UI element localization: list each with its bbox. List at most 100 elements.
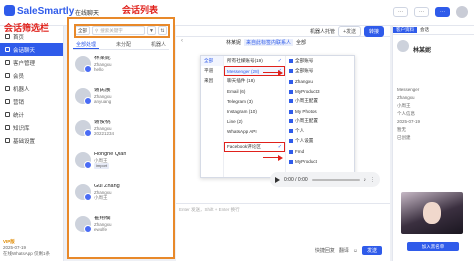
send-button[interactable]: 发送: [361, 246, 382, 255]
account-option[interactable]: MyProduct: [286, 156, 355, 166]
audio-progress-bar[interactable]: [311, 178, 360, 181]
marketing-icon: [5, 99, 10, 104]
emoji-icon[interactable]: ☺: [353, 248, 358, 254]
option-label: Messenger (28): [227, 68, 260, 74]
checkbox-icon: [289, 129, 293, 133]
checkbox-icon: [289, 79, 293, 84]
account-option[interactable]: My Photos: [286, 106, 355, 116]
top-pill-3[interactable]: ···: [435, 7, 450, 17]
list-annotation-label: 会话列表: [122, 5, 159, 15]
channel-filter-dropdown: 全部 平道 来因 所有社媒账号(19) ✓ Messenger (28) ✓ 聊天插…: [200, 55, 355, 178]
sidebar-item-label: 机器人: [13, 86, 30, 93]
tab-session[interactable]: 会话: [417, 27, 432, 33]
tab-customer-info[interactable]: 客户资料: [393, 27, 417, 33]
robot-hosting-toggle[interactable]: 机器人托管: [310, 28, 335, 35]
translate-button[interactable]: 翻译: [339, 247, 349, 254]
account-option[interactable]: Fmd: [286, 146, 355, 156]
chat-source-tag: 来自此标签内联系人: [244, 39, 294, 46]
account-option[interactable]: 个人: [286, 126, 355, 136]
checkbox-icon: [289, 139, 293, 143]
chat-icon: [5, 47, 10, 52]
checkbox-icon: [289, 59, 293, 63]
composer-placeholder: Enter 发送，Shift + Enter 换行: [179, 207, 240, 212]
online-chat-tab[interactable]: 在线聊天: [75, 8, 99, 17]
sidebar-item-stats[interactable]: 统计: [0, 108, 63, 121]
customer-photo: [401, 192, 463, 234]
dropdown-option[interactable]: Line (2): [224, 116, 285, 126]
annotation-arrowhead: [278, 70, 283, 76]
top-pill-1[interactable]: ···: [393, 7, 408, 17]
dropdown-option[interactable]: 聊天插件 (18): [224, 76, 285, 86]
dropdown-option[interactable]: Telegram (3): [224, 96, 285, 106]
dropdown-option-facebook-comments[interactable]: Facebook评论区 ✓: [224, 142, 285, 152]
dropdown-col-accounts: 全部账号 全部账号 Zhangxu MyProduct3 小周王配置 My Ph…: [286, 56, 355, 177]
sidebar-item-members[interactable]: 会员: [0, 69, 63, 82]
option-label: Zhangxu: [295, 78, 313, 84]
blacklist-button[interactable]: 加入黑名单: [407, 242, 459, 251]
user-avatar[interactable]: [456, 6, 468, 18]
customer-name: 林某妮: [413, 48, 432, 54]
account-option[interactable]: MyProduct3: [286, 86, 355, 96]
filter-annotation-label: 会话筛选栏: [4, 23, 50, 33]
account-option[interactable]: 全部账号: [286, 56, 355, 66]
message-composer[interactable]: Enter 发送，Shift + Enter 换行 快捷回复 翻译 ☺ 发送: [176, 203, 390, 261]
detail-date: 2025-07-19: [397, 119, 421, 124]
detail-agent: 小周王: [397, 103, 411, 108]
detail-channel: Messenger: [397, 87, 420, 92]
transfer-button[interactable]: 转接: [363, 25, 384, 37]
option-label: MyProduct: [295, 158, 317, 164]
avatar: [397, 40, 409, 52]
members-icon: [5, 73, 10, 78]
option-label: Instagram (10): [227, 108, 257, 114]
dropdown-option[interactable]: Instagram (10): [224, 106, 285, 116]
customer-info-panel: 客户资料 会话 林某妮 Messenger Zhangxu 小周王 个人信息 2…: [392, 26, 474, 261]
dropdown-option[interactable]: 来因: [201, 76, 223, 86]
check-icon: ✓: [277, 58, 282, 64]
sidebar-item-label: 客户管理: [13, 60, 36, 67]
option-label: Facebook评论区: [227, 144, 261, 149]
chat-title: 林某妮 来自此标签内联系人 全部: [226, 39, 306, 46]
account-option[interactable]: 小周王配置: [286, 96, 355, 106]
more-icon[interactable]: ⋮: [370, 177, 375, 183]
account-option[interactable]: 个人设置: [286, 136, 355, 146]
account-option[interactable]: 小周王配置: [286, 116, 355, 126]
audio-time: 0:00 / 0:00: [284, 176, 308, 183]
dropdown-option-messenger[interactable]: Messenger (28) ✓: [224, 66, 285, 76]
volume-icon[interactable]: ♪: [364, 177, 367, 183]
account-option[interactable]: 全部账号: [286, 66, 355, 76]
check-icon: ✓: [277, 144, 282, 150]
sidebar-item-customers[interactable]: 客户管理: [0, 56, 63, 69]
sidebar-item-marketing[interactable]: 营销: [0, 95, 63, 108]
option-label: WhatsApp API: [227, 128, 257, 134]
robot-icon: [5, 86, 10, 91]
dropdown-option[interactable]: 所有社媒账号(19) ✓: [224, 56, 285, 66]
dropdown-option[interactable]: 全部: [201, 56, 223, 66]
option-label: 所有社媒账号(19): [227, 58, 263, 63]
chat-scope: 全部: [296, 40, 307, 46]
sidebar-item-robot[interactable]: 机器人: [0, 82, 63, 95]
logo-text: SaleSmartly: [17, 6, 75, 17]
detail-section: 个人信息: [397, 111, 415, 116]
dropdown-option[interactable]: Email (6): [224, 86, 285, 96]
play-icon[interactable]: [275, 176, 280, 183]
quick-reply-button[interactable]: 快捷回复: [315, 247, 335, 254]
option-label: 个人设置: [295, 138, 314, 143]
chat-header: 机器人托管 +发送 转接: [176, 25, 390, 37]
dropdown-option[interactable]: 平道: [201, 66, 223, 76]
sidebar-item-knowledge[interactable]: 知识库: [0, 121, 63, 134]
send-action-button[interactable]: +发送: [338, 25, 361, 37]
account-option[interactable]: Zhangxu: [286, 76, 355, 86]
sidebar-item-label: 营销: [13, 99, 25, 106]
top-right-actions: ··· ··· ···: [393, 6, 468, 18]
chat-contact-name: 林某妮: [226, 40, 242, 46]
app-window: SaleSmartly 在线聊天 ··· ··· ··· 首页 会话聊天 客户管…: [0, 0, 474, 261]
home-icon: [5, 34, 10, 39]
sidebar-item-chat[interactable]: 会话聊天: [0, 43, 63, 56]
dropdown-option[interactable]: WhatsApp API: [224, 126, 285, 136]
sidebar-item-settings[interactable]: 基础设置: [0, 134, 63, 147]
annotation-arrowhead: [278, 155, 283, 161]
top-pill-2[interactable]: ···: [414, 7, 429, 17]
composer-tools: 快捷回复 翻译 ☺ 发送: [315, 246, 382, 255]
option-label: 小周王配置: [295, 118, 318, 123]
chevron-left-icon[interactable]: ‹: [181, 38, 183, 44]
